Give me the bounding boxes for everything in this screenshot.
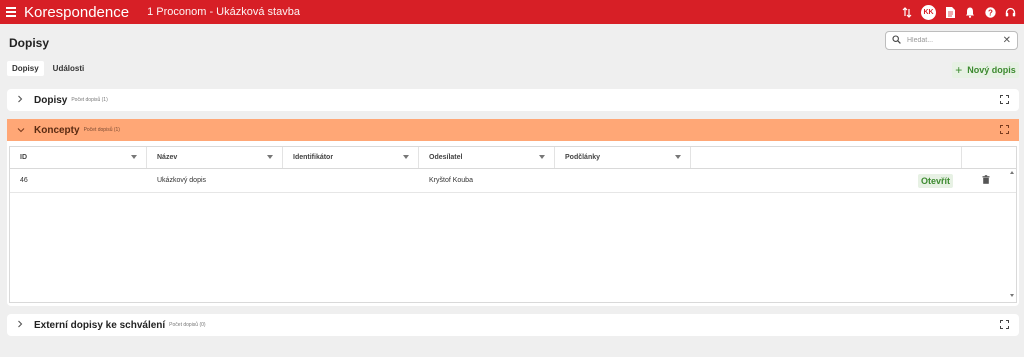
fullscreen-icon[interactable]: [1000, 125, 1009, 134]
trash-icon[interactable]: [982, 175, 990, 186]
column-label: Odesílatel: [429, 154, 463, 161]
plus-icon: +: [955, 63, 963, 77]
user-avatar[interactable]: KK: [921, 4, 936, 20]
column-label: ID: [20, 154, 27, 161]
tab-udalosti[interactable]: Události: [48, 61, 90, 76]
table-header: ID Název Identifikátor Odesílatel Podčlá…: [10, 147, 1016, 169]
scroll-up-icon[interactable]: [1010, 171, 1014, 174]
column-header-sender[interactable]: Odesílatel: [419, 147, 555, 168]
panel-dopisy-header[interactable]: Dopisy Počet dopisů (1): [7, 89, 1019, 111]
open-button[interactable]: Otevřít: [917, 173, 953, 188]
panel-dopisy: Dopisy Počet dopisů (1): [7, 89, 1019, 111]
project-title[interactable]: 1 Proconom - Ukázková stavba: [147, 6, 300, 18]
new-letter-button[interactable]: + Nový dopis: [952, 62, 1019, 78]
panel-external-count: Počet dopisů (0): [169, 322, 206, 328]
cell-name: Ukázkový dopis: [157, 177, 207, 184]
sort-arrow-icon[interactable]: [675, 155, 681, 159]
column-label: Název: [157, 154, 178, 161]
panel-external-title: Externí dopisy ke schválení: [34, 319, 166, 331]
search-icon: [892, 34, 901, 47]
search-box: ✕: [885, 31, 1018, 50]
panel-concepts-header[interactable]: Koncepty Počet dopisů (1): [7, 119, 1019, 141]
panel-concepts-count: Počet dopisů (1): [83, 127, 120, 133]
panel-concepts-title: Koncepty: [34, 124, 80, 136]
panel-external-header[interactable]: Externí dopisy ke schválení Počet dopisů…: [7, 314, 1019, 336]
top-actions: KK ?: [901, 0, 1016, 24]
document-icon[interactable]: [944, 6, 956, 18]
help-icon[interactable]: ?: [984, 6, 996, 18]
cell-id: 46: [20, 177, 28, 184]
panel-external: Externí dopisy ke schválení Počet dopisů…: [7, 314, 1019, 336]
panel-dopisy-title: Dopisy: [34, 94, 68, 106]
sort-arrow-icon[interactable]: [131, 155, 137, 159]
bell-icon[interactable]: [964, 6, 976, 18]
column-header-name[interactable]: Název: [147, 147, 283, 168]
fullscreen-icon[interactable]: [1000, 95, 1009, 104]
headset-icon[interactable]: [1004, 6, 1016, 18]
tab-dopisy[interactable]: Dopisy: [7, 61, 44, 76]
chevron-down-icon: [17, 126, 25, 135]
sort-arrow-icon[interactable]: [539, 155, 545, 159]
column-header-blank: [691, 147, 962, 168]
cell-open: Otevřít: [691, 173, 962, 188]
search-input[interactable]: [907, 37, 993, 44]
column-header-subarticles[interactable]: Podčlánky: [555, 147, 691, 168]
concepts-table: ID Název Identifikátor Odesílatel Podčlá…: [9, 146, 1017, 303]
column-label: Podčlánky: [565, 154, 601, 161]
column-label: Identifikátor: [293, 154, 334, 161]
table-row[interactable]: 46 Ukázkový dopis Kryštof Kouba Otevřít: [10, 169, 1016, 193]
sort-arrow-icon[interactable]: [267, 155, 273, 159]
tabs: Dopisy Události: [7, 61, 89, 76]
column-header-identifier[interactable]: Identifikátor: [283, 147, 419, 168]
panel-dopisy-count: Počet dopisů (1): [71, 97, 108, 103]
panel-concepts: Koncepty Počet dopisů (1) ID Název Ident…: [7, 119, 1019, 306]
cell-delete: [962, 175, 1010, 186]
top-bar: Korespondence 1 Proconom - Ukázková stav…: [0, 0, 1024, 24]
clear-search-icon[interactable]: ✕: [1003, 35, 1011, 46]
svg-text:?: ?: [988, 8, 993, 17]
chevron-right-icon: [17, 95, 25, 105]
new-letter-label: Nový dopis: [967, 65, 1016, 75]
cell-sender: Kryštof Kouba: [429, 177, 473, 184]
menu-icon[interactable]: [6, 0, 22, 24]
app-title: Korespondence: [24, 3, 130, 21]
fullscreen-icon[interactable]: [1000, 320, 1009, 329]
column-header-id[interactable]: ID: [10, 147, 147, 168]
sort-arrow-icon[interactable]: [403, 155, 409, 159]
chevron-right-icon: [17, 320, 25, 330]
page-title: Dopisy: [9, 36, 50, 50]
sort-arrows-icon[interactable]: [901, 6, 913, 18]
column-header-actions: [962, 147, 1010, 168]
scroll-down-icon[interactable]: [1010, 294, 1014, 297]
